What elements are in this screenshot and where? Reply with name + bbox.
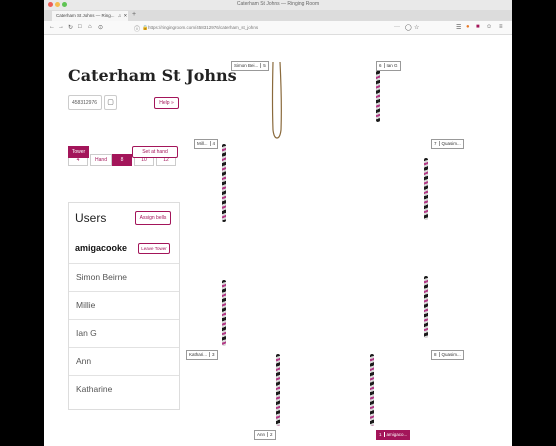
bell-rope-3[interactable] [222, 280, 226, 346]
bell-label-3[interactable]: Kathari... 3 [186, 350, 218, 360]
tab-close-icon[interactable]: ✕ [123, 13, 127, 18]
tab-tower[interactable]: Tower [68, 146, 89, 158]
account-icon[interactable]: ☺ [486, 24, 492, 30]
bookmark-star-icon[interactable]: ☆ [414, 24, 419, 31]
users-panel: Users Assign bells amigacooke Leave Towe… [68, 202, 180, 410]
extension-icon[interactable]: ● [466, 24, 470, 30]
bell-label-5[interactable]: Simon Bei... 5 [231, 61, 269, 71]
help-button[interactable]: Help » [154, 97, 179, 109]
user-item: Ian G [69, 319, 179, 347]
bell-label-8[interactable]: 8 Quasim... [431, 350, 464, 360]
menu-icon[interactable]: ≡ [499, 24, 503, 30]
tower-id: 458312976 [68, 95, 102, 110]
copy-id-button[interactable]: ▢ [104, 95, 117, 110]
tab-title: Caterham St Johns — Ring... [56, 13, 115, 18]
library-books-icon[interactable]: ☰ [456, 24, 461, 31]
bell-2-name: Ann [257, 432, 266, 437]
bell-5-name: Simon Bei... [234, 63, 259, 68]
bell-rope-4[interactable] [222, 144, 226, 222]
bell-5-number: 5 [260, 63, 266, 68]
bell-label-4[interactable]: Mill... 4 [194, 139, 219, 149]
users-heading: Users [75, 211, 107, 225]
leave-tower-button[interactable]: Leave Tower [138, 243, 170, 254]
page-actions-icon[interactable]: ··· [394, 24, 400, 30]
tab-audio-icon[interactable]: ♫ [118, 13, 121, 18]
window-title: Caterham St Johns — Ringing Room [236, 1, 320, 7]
bell-8-number: 8 [434, 352, 437, 357]
bell-4-number: 4 [209, 141, 216, 146]
user-item: Ann [69, 347, 179, 375]
current-user: amigacooke [75, 243, 128, 253]
clipboard-icon: ▢ [107, 99, 114, 106]
bell-label-6[interactable]: 6 Ian G [376, 61, 401, 71]
bell-3-number: 3 [209, 352, 215, 357]
bell-label-1[interactable]: 1 amigaco... [376, 430, 411, 440]
library-icon[interactable]: □ [78, 24, 82, 30]
new-tab-icon[interactable]: + [132, 11, 136, 18]
extension-icon-2[interactable]: ■ [476, 24, 480, 30]
tower-name: Caterham St Johns [68, 66, 237, 85]
sync-icon[interactable]: ⊙ [98, 24, 103, 31]
browser-tab[interactable]: Caterham St Johns — Ring... ♫ ✕ [52, 11, 128, 21]
bell-rope-8[interactable] [424, 276, 428, 338]
bell-count-8[interactable]: 8 [112, 154, 132, 166]
bell-8-name: Quasim... [438, 352, 461, 357]
set-at-hand-button[interactable]: Set at hand [132, 146, 178, 158]
site-info-icon[interactable]: ⓘ [134, 24, 140, 33]
bell-rope-2[interactable] [276, 354, 280, 426]
user-item: Katharine [69, 375, 179, 403]
bell-3-name: Kathari... [189, 352, 208, 357]
bell-7-number: 7 [434, 141, 437, 146]
pocket-icon[interactable]: ◯ [405, 24, 412, 31]
tab-hand[interactable]: Hand [90, 154, 112, 166]
bell-1-number: 1 [379, 432, 382, 437]
window-titlebar: Caterham St Johns — Ringing Room [44, 0, 512, 10]
tab-bar: Caterham St Johns — Ring... ♫ ✕ + [44, 10, 512, 21]
bell-rope-1[interactable] [370, 354, 374, 426]
home-icon[interactable]: ⌂ [88, 24, 92, 30]
address-bar[interactable]: https://ringingroom.com/458312976/caterh… [148, 25, 258, 30]
bell-6-name: Ian G [383, 63, 398, 68]
bell-label-2[interactable]: Ann 2 [254, 430, 276, 440]
bell-4-name: Mill... [197, 141, 208, 146]
bell-2-number: 2 [267, 432, 273, 437]
sidebar: Caterham St Johns 458312976 ▢ Help » 4 6… [66, 36, 237, 446]
screen: Caterham St Johns — Ringing Room Caterha… [44, 0, 512, 446]
user-item: Simon Beirne [69, 263, 179, 291]
assign-bells-button[interactable]: Assign bells [135, 211, 171, 225]
bell-rope-7[interactable] [424, 158, 428, 220]
bell-7-name: Quasim... [438, 141, 461, 146]
bell-rope-5[interactable] [270, 62, 284, 142]
forward-icon[interactable]: → [58, 24, 64, 30]
bell-label-7[interactable]: 7 Quasim... [431, 139, 464, 149]
user-item: Millie [69, 291, 179, 319]
back-icon[interactable]: ← [49, 24, 55, 30]
bell-6-number: 6 [379, 63, 382, 68]
bell-rope-6[interactable] [376, 62, 380, 122]
nav-bar: ← → ↻ □ ⌂ ⊙ ⓘ 🔒 https://ringingroom.com/… [44, 21, 512, 35]
bell-1-name: amigaco... [383, 432, 408, 437]
reload-icon[interactable]: ↻ [68, 24, 73, 31]
